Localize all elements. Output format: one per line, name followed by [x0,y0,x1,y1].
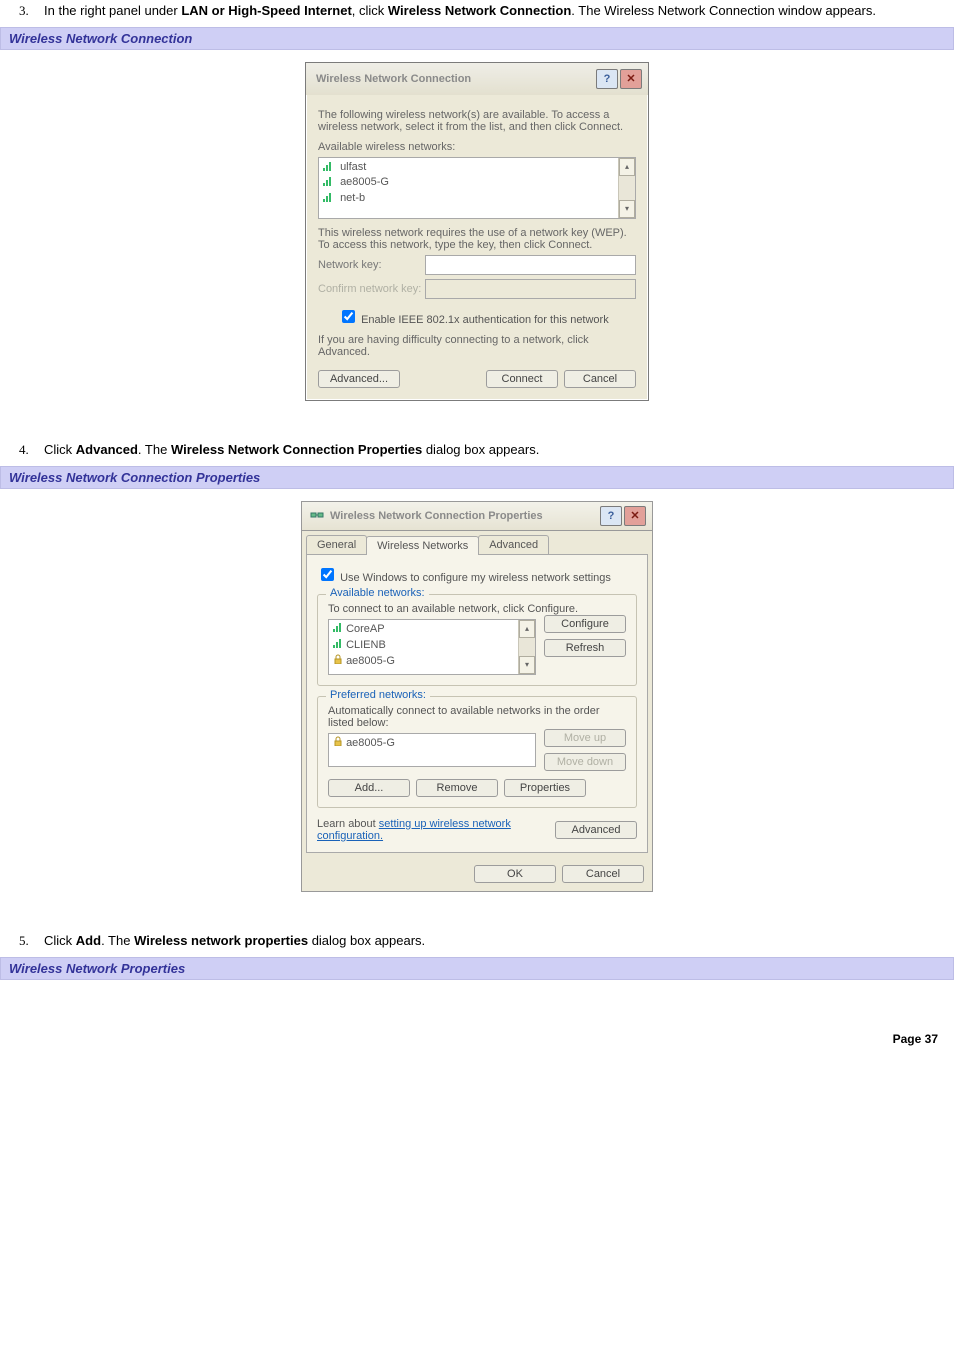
scrollbar[interactable]: ▴ ▾ [618,158,635,218]
scroll-down-icon[interactable]: ▾ [519,656,535,674]
dialog-wnc-titlebar: Wireless Network Connection ? ✕ [306,63,648,95]
wnc-difficulty: If you are having difficulty connecting … [318,334,636,358]
refresh-button[interactable]: Refresh [544,639,626,657]
enable-8021x-checkbox[interactable] [342,310,355,323]
learn-about: Learn about setting up wireless network … [317,818,517,842]
available-networks-listbox[interactable]: ulfast ae8005-G net-b ▴ ▾ [318,157,636,219]
dialog-wnc: Wireless Network Connection ? ✕ The foll… [305,62,649,401]
list-item[interactable]: ae8005-G [333,654,514,670]
confirm-key-label: Confirm network key: [318,283,425,295]
preferred-networks-listbox[interactable]: ae8005-G [328,733,536,767]
scrollbar[interactable]: ▴ ▾ [518,620,535,674]
available-networks-fieldset: Available networks: To connect to an ava… [317,594,637,686]
section-head-wnc: Wireless Network Connection [0,27,954,50]
cancel-button[interactable]: Cancel [564,370,636,388]
step3-text: In the right panel under LAN or High-Spe… [44,3,876,18]
signal-icon [333,622,343,632]
tab-general[interactable]: General [306,535,367,554]
wnc-desc: The following wireless network(s) are av… [318,109,636,133]
preferred-hint: Automatically connect to available netwo… [328,705,626,729]
scroll-up-icon[interactable]: ▴ [519,620,535,638]
move-up-button[interactable]: Move up [544,729,626,747]
dialog-wncp-title: Wireless Network Connection Properties [330,510,543,522]
scroll-up-icon[interactable]: ▴ [619,158,635,176]
move-down-button[interactable]: Move down [544,753,626,771]
step-4-number: 4. [19,441,29,460]
figure-wncp: Wireless Network Connection Properties ?… [0,501,954,892]
wnc-avail-label: Available wireless networks: [318,141,636,153]
configure-button[interactable]: Configure [544,615,626,633]
use-windows-checkbox[interactable] [321,568,334,581]
step-3: 3. In the right panel under LAN or High-… [0,2,954,21]
step-3-number: 3. [19,2,29,21]
network-icon [310,509,324,523]
dialog-wncp: Wireless Network Connection Properties ?… [301,501,653,892]
preferred-networks-fieldset: Preferred networks: Automatically connec… [317,696,637,808]
scroll-down-icon[interactable]: ▾ [619,200,635,218]
add-button[interactable]: Add... [328,779,410,797]
available-hint: To connect to an available network, clic… [328,603,626,615]
tab-wireless-networks[interactable]: Wireless Networks [366,536,479,555]
tabs: General Wireless Networks Advanced [302,531,652,554]
list-item[interactable]: ae8005-G [333,736,531,752]
list-item[interactable]: net-b [323,191,614,206]
signal-icon [323,161,333,171]
advanced-button[interactable]: Advanced... [318,370,400,388]
help-icon[interactable]: ? [596,69,618,89]
figure-wnc: Wireless Network Connection ? ✕ The foll… [0,62,954,401]
network-key-input[interactable] [425,255,636,275]
dialog-wnc-title: Wireless Network Connection [316,73,471,85]
signal-icon [333,638,343,648]
remove-button[interactable]: Remove [416,779,498,797]
network-key-label: Network key: [318,259,425,271]
advanced-button[interactable]: Advanced [555,821,637,839]
available-legend: Available networks: [326,587,429,599]
properties-button[interactable]: Properties [504,779,586,797]
preferred-legend: Preferred networks: [326,689,430,701]
close-icon[interactable]: ✕ [620,69,642,89]
ok-button[interactable]: OK [474,865,556,883]
use-windows-label: Use Windows to configure my wireless net… [340,572,611,584]
signal-icon [323,176,333,186]
help-icon[interactable]: ? [600,506,622,526]
use-windows-row[interactable]: Use Windows to configure my wireless net… [317,565,637,584]
page-number: Page 37 [0,992,954,1062]
lock-icon [333,736,343,746]
list-item[interactable]: CLIENB [333,638,514,654]
signal-icon [323,192,333,202]
list-item[interactable]: CoreAP [333,622,514,638]
list-item[interactable]: ulfast [323,160,614,175]
wnc-wep-text: This wireless network requires the use o… [318,227,636,251]
step-5-number: 5. [19,932,29,951]
step-4: 4. Click Advanced. The Wireless Network … [0,441,954,460]
lock-icon [333,654,343,664]
confirm-key-input [425,279,636,299]
step-5: 5. Click Add. The Wireless network prope… [0,932,954,951]
close-icon[interactable]: ✕ [624,506,646,526]
available-networks-listbox[interactable]: CoreAP CLIENB ae8005-G [328,619,536,675]
enable-8021x-label: Enable IEEE 802.1x authentication for th… [361,314,609,326]
step4-text: Click Advanced. The Wireless Network Con… [44,442,539,457]
dialog-wncp-titlebar: Wireless Network Connection Properties ?… [301,501,653,531]
cancel-button[interactable]: Cancel [562,865,644,883]
list-item[interactable]: ae8005-G [323,175,614,190]
step5-text: Click Add. The Wireless network properti… [44,933,425,948]
section-head-wnp: Wireless Network Properties [0,957,954,980]
section-head-wncp: Wireless Network Connection Properties [0,466,954,489]
tab-advanced[interactable]: Advanced [478,535,549,554]
enable-8021x-row[interactable]: Enable IEEE 802.1x authentication for th… [338,307,636,326]
connect-button[interactable]: Connect [486,370,558,388]
